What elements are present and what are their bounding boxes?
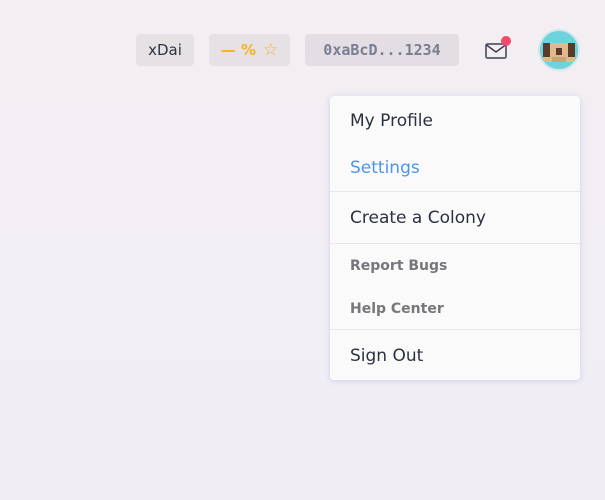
menu-item-label: Create a Colony (350, 208, 486, 228)
menu-divider (330, 243, 580, 244)
user-dropdown-menu: My Profile Settings Create a Colony Repo… (330, 96, 580, 380)
wallet-address-button[interactable]: 0xaBcD...1234 (305, 34, 459, 66)
menu-item-label: Help Center (350, 301, 444, 317)
menu-divider (330, 191, 580, 192)
wallet-address: 0xaBcD...1234 (323, 41, 441, 59)
menu-item-my-profile[interactable]: My Profile (350, 106, 560, 136)
menu-item-settings[interactable]: Settings (350, 153, 560, 183)
menu-item-report-bugs[interactable]: Report Bugs (350, 251, 560, 281)
menu-divider (330, 329, 580, 330)
star-outline-icon: ☆ (263, 39, 279, 60)
reputation-value: — % (220, 41, 256, 59)
reputation-badge[interactable]: — % ☆ (209, 34, 290, 66)
menu-item-label: Report Bugs (350, 258, 448, 274)
menu-item-help-center[interactable]: Help Center (350, 294, 560, 324)
inbox-button[interactable] (484, 36, 511, 62)
menu-item-label: Settings (350, 158, 420, 178)
network-badge[interactable]: xDai (136, 34, 194, 66)
avatar[interactable] (538, 29, 580, 71)
network-label: xDai (148, 41, 182, 59)
menu-item-create-colony[interactable]: Create a Colony (350, 203, 560, 233)
menu-item-label: Sign Out (350, 346, 424, 366)
menu-item-label: My Profile (350, 111, 433, 131)
unread-badge (501, 36, 511, 46)
pixel-avatar-icon (540, 31, 578, 69)
menu-item-sign-out[interactable]: Sign Out (350, 341, 560, 371)
